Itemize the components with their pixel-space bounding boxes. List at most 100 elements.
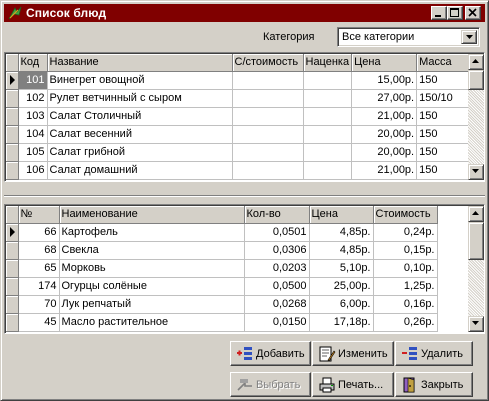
column-header-total-cost[interactable]: Стоимость — [373, 206, 438, 224]
dish-cost-cell[interactable] — [232, 71, 304, 90]
ingredient-name-cell[interactable]: Огурцы солёные — [59, 277, 245, 296]
column-header-price[interactable]: Цена — [351, 54, 418, 72]
dish-name-cell[interactable]: Винегрет овощной — [47, 71, 233, 90]
ingredient-qty-cell[interactable]: 0,0306 — [244, 241, 310, 260]
ingredient-number-cell[interactable]: 45 — [18, 313, 60, 332]
dish-mass-cell[interactable]: 150 — [416, 125, 470, 144]
ingredient-name-cell[interactable]: Морковь — [59, 259, 245, 278]
dish-name-cell[interactable]: Рулет ветчинный с сыром — [47, 89, 233, 108]
maximize-button[interactable] — [447, 6, 463, 20]
dish-markup-cell[interactable] — [303, 89, 353, 108]
dish-cost-cell[interactable] — [232, 89, 304, 108]
ingredient-row[interactable]: 68 Свекла 0,0306 4,85р. 0,15р. — [6, 241, 438, 260]
dish-cost-cell[interactable] — [232, 161, 304, 180]
dish-markup-cell[interactable] — [303, 161, 353, 180]
column-header-markup[interactable]: Наценка — [303, 54, 353, 72]
column-header-cost[interactable]: С/стоимость — [232, 54, 304, 72]
column-header-ingredient-name[interactable]: Наименование — [59, 206, 245, 224]
ingredient-row[interactable]: 65 Морковь 0,0203 5,10р. 0,10р. — [6, 259, 438, 278]
dishes-scroll-thumb[interactable] — [468, 70, 484, 90]
dish-cost-cell[interactable] — [232, 107, 304, 126]
column-header-quantity[interactable]: Кол-во — [244, 206, 310, 224]
ingredients-vertical-scrollbar[interactable] — [468, 206, 484, 332]
dish-price-cell[interactable]: 27,00р. — [351, 89, 418, 108]
dish-mass-cell[interactable]: 150 — [416, 143, 470, 162]
ingredient-price-cell[interactable]: 25,00р. — [309, 277, 374, 296]
dish-mass-cell[interactable]: 150 — [416, 107, 470, 126]
ingredient-number-cell[interactable]: 68 — [18, 241, 60, 260]
ingredient-number-cell[interactable]: 66 — [18, 223, 60, 242]
edit-button[interactable]: Изменить — [312, 341, 394, 366]
ingredient-price-cell[interactable]: 4,85р. — [309, 223, 374, 242]
column-header-name[interactable]: Название — [47, 54, 233, 72]
dish-price-cell[interactable]: 20,00р. — [351, 125, 418, 144]
dish-markup-cell[interactable] — [303, 143, 353, 162]
dish-code-cell[interactable]: 102 — [18, 89, 48, 108]
dish-cost-cell[interactable] — [232, 143, 304, 162]
dish-markup-cell[interactable] — [303, 107, 353, 126]
ingredient-cost-cell[interactable]: 0,26р. — [373, 313, 438, 332]
column-header-unit-price[interactable]: Цена — [309, 206, 374, 224]
dish-code-cell[interactable]: 101 — [18, 71, 48, 90]
ingredient-price-cell[interactable]: 6,00р. — [309, 295, 374, 314]
dish-name-cell[interactable]: Салат грибной — [47, 143, 233, 162]
ingredients-scroll-up-button[interactable] — [468, 206, 484, 222]
dishes-scroll-down-button[interactable] — [468, 164, 484, 180]
dish-name-cell[interactable]: Салат домашний — [47, 161, 233, 180]
dishes-grid[interactable]: Код Название С/стоимость Наценка Цена Ма… — [4, 52, 485, 182]
ingredient-price-cell[interactable]: 4,85р. — [309, 241, 374, 260]
ingredient-cost-cell[interactable]: 0,24р. — [373, 223, 438, 242]
dishes-scroll-up-button[interactable] — [468, 54, 484, 70]
dish-code-cell[interactable]: 105 — [18, 143, 48, 162]
dish-row[interactable]: 104 Салат весенний 20,00р. 150 — [6, 125, 470, 144]
ingredient-row[interactable]: 70 Лук репчатый 0,0268 6,00р. 0,16р. — [6, 295, 438, 314]
minimize-button[interactable] — [431, 6, 447, 20]
dish-price-cell[interactable]: 21,00р. — [351, 107, 418, 126]
choose-button[interactable]: Выбрать — [230, 372, 311, 397]
dish-name-cell[interactable]: Салат весенний — [47, 125, 233, 144]
dish-price-cell[interactable]: 15,00р. — [351, 71, 418, 90]
ingredient-name-cell[interactable]: Масло растительное — [59, 313, 245, 332]
dish-name-cell[interactable]: Салат Столичный — [47, 107, 233, 126]
ingredient-cost-cell[interactable]: 1,25р. — [373, 277, 438, 296]
ingredient-row[interactable]: 45 Масло растительное 0,0150 17,18р. 0,2… — [6, 313, 438, 332]
ingredient-number-cell[interactable]: 65 — [18, 259, 60, 278]
dish-row[interactable]: 103 Салат Столичный 21,00р. 150 — [6, 107, 470, 126]
dishes-vertical-scrollbar[interactable] — [468, 54, 484, 180]
close-button[interactable]: Закрыть — [395, 372, 473, 397]
title-bar[interactable]: Список блюд — [4, 4, 485, 22]
dish-cost-cell[interactable] — [232, 125, 304, 144]
ingredient-qty-cell[interactable]: 0,0150 — [244, 313, 310, 332]
ingredients-scroll-thumb[interactable] — [468, 222, 484, 260]
dish-mass-cell[interactable]: 150/10 — [416, 89, 470, 108]
add-button[interactable]: Добавить — [230, 341, 311, 366]
column-header-mass[interactable]: Масса — [416, 54, 470, 72]
ingredient-number-cell[interactable]: 174 — [18, 277, 60, 296]
ingredient-row[interactable]: 66 Картофель 0,0501 4,85р. 0,24р. — [6, 223, 438, 242]
dish-markup-cell[interactable] — [303, 125, 353, 144]
dish-code-cell[interactable]: 106 — [18, 161, 48, 180]
ingredient-row[interactable]: 174 Огурцы солёные 0,0500 25,00р. 1,25р. — [6, 277, 438, 296]
dish-row[interactable]: 102 Рулет ветчинный с сыром 27,00р. 150/… — [6, 89, 470, 108]
ingredient-name-cell[interactable]: Свекла — [59, 241, 245, 260]
ingredient-qty-cell[interactable]: 0,0203 — [244, 259, 310, 278]
ingredient-qty-cell[interactable]: 0,0501 — [244, 223, 310, 242]
dish-row[interactable]: 105 Салат грибной 20,00р. 150 — [6, 143, 470, 162]
column-header-code[interactable]: Код — [18, 54, 48, 72]
ingredient-name-cell[interactable]: Лук репчатый — [59, 295, 245, 314]
dish-code-cell[interactable]: 103 — [18, 107, 48, 126]
close-window-button[interactable] — [465, 6, 481, 20]
ingredient-price-cell[interactable]: 5,10р. — [309, 259, 374, 278]
dish-mass-cell[interactable]: 150 — [416, 71, 470, 90]
dish-code-cell[interactable]: 104 — [18, 125, 48, 144]
ingredient-qty-cell[interactable]: 0,0500 — [244, 277, 310, 296]
dish-row[interactable]: 101 Винегрет овощной 15,00р. 150 — [6, 71, 470, 90]
dish-mass-cell[interactable]: 150 — [416, 161, 470, 180]
ingredient-number-cell[interactable]: 70 — [18, 295, 60, 314]
category-dropdown-button[interactable] — [461, 30, 477, 44]
ingredients-grid[interactable]: № Наименование Кол-во Цена Стоимость 66 … — [4, 204, 485, 334]
print-button[interactable]: Печать... — [312, 372, 394, 397]
ingredient-cost-cell[interactable]: 0,16р. — [373, 295, 438, 314]
ingredient-name-cell[interactable]: Картофель — [59, 223, 245, 242]
category-select[interactable]: Все категории — [337, 27, 480, 47]
